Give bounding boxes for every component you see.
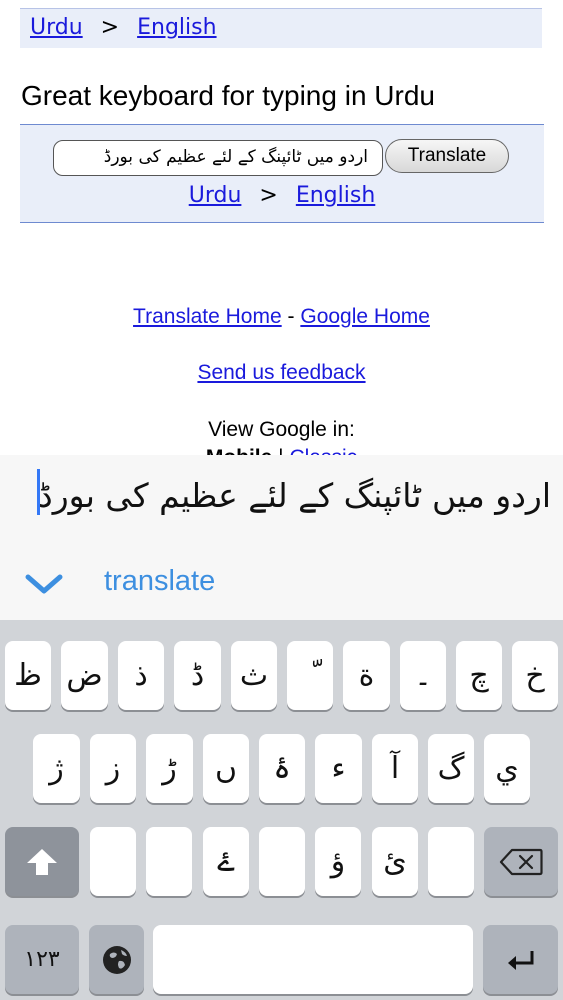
globe-key[interactable]	[89, 925, 144, 994]
translate-box: اردو میں ٹائپنگ کے لئے عظیم کی بورڈ Tran…	[20, 124, 544, 223]
translate-home-link[interactable]: Translate Home	[133, 305, 282, 328]
space-key[interactable]	[153, 925, 473, 994]
key-1[interactable]: خ	[512, 641, 558, 710]
top-breadcrumb: Urdu > English	[20, 8, 542, 48]
key-19[interactable]: ژ	[33, 734, 80, 803]
key-blank-1[interactable]	[90, 827, 136, 896]
language-separator: >	[259, 183, 278, 208]
key-4[interactable]: ة	[343, 641, 390, 710]
key-15[interactable]: ۂ	[259, 734, 305, 803]
globe-icon	[102, 945, 131, 974]
breadcrumb-separator: >	[100, 15, 120, 40]
feedback-link[interactable]: Send us feedback	[197, 361, 365, 384]
key-16[interactable]: ں	[203, 734, 249, 803]
key-5[interactable]: ّ	[287, 641, 333, 710]
backspace-icon	[499, 848, 543, 875]
key-9[interactable]: ض	[61, 641, 108, 710]
page-title: Great keyboard for typing in Urdu	[21, 80, 435, 111]
google-home-link[interactable]: Google Home	[300, 305, 430, 328]
breadcrumb-urdu-link[interactable]: Urdu	[30, 15, 83, 40]
keyboard-input-panel: اردو میں ٹائپنگ کے لئے عظیم کی بورڈ tran…	[0, 455, 563, 620]
key-6[interactable]: ث	[231, 641, 277, 710]
key-13[interactable]: آ	[372, 734, 418, 803]
translate-suggestion[interactable]: translate	[104, 565, 215, 598]
shift-key[interactable]	[5, 827, 79, 896]
backspace-key[interactable]	[484, 827, 558, 896]
key-3[interactable]: ۔	[400, 641, 446, 710]
key-blank-2[interactable]	[146, 827, 192, 896]
home-links: Translate Home - Google Home	[0, 305, 563, 329]
key-20[interactable]: ۓ	[203, 827, 249, 896]
key-7[interactable]: ڈ	[174, 641, 221, 710]
language-pair: Urdu > English	[20, 183, 544, 208]
key-10[interactable]: ظ	[5, 641, 51, 710]
numbers-key[interactable]: ١٢٣	[5, 925, 79, 994]
key-blank-3[interactable]	[259, 827, 305, 896]
key-2[interactable]: چ	[456, 641, 502, 710]
breadcrumb-english-link[interactable]: English	[137, 15, 216, 40]
key-11[interactable]: ي	[484, 734, 530, 803]
chevron-down-icon[interactable]	[24, 571, 64, 597]
return-icon	[507, 950, 533, 970]
keyboard: خ چ ۔ ة ّ ث ڈ ذ ض ظ ي گ آ ء ۂ ں ڑ ز ژ ۓ …	[0, 620, 563, 1000]
view-google-in-label: View Google in:	[208, 418, 355, 441]
link-dash: -	[287, 305, 295, 328]
key-12[interactable]: گ	[428, 734, 474, 803]
key-14[interactable]: ء	[315, 734, 362, 803]
key-17[interactable]: ڑ	[146, 734, 193, 803]
key-22[interactable]: ئ	[372, 827, 418, 896]
source-language-link[interactable]: Urdu	[189, 183, 242, 208]
return-key[interactable]	[483, 925, 558, 994]
target-language-link[interactable]: English	[296, 183, 375, 208]
translate-input[interactable]: اردو میں ٹائپنگ کے لئے عظیم کی بورڈ	[53, 140, 383, 176]
key-21[interactable]: ؤ	[315, 827, 361, 896]
shift-icon	[27, 848, 57, 875]
input-preview[interactable]: اردو میں ٹائپنگ کے لئے عظیم کی بورڈ	[11, 471, 551, 521]
key-18[interactable]: ز	[90, 734, 136, 803]
key-8[interactable]: ذ	[118, 641, 164, 710]
key-blank-4[interactable]	[428, 827, 474, 896]
feedback-row: Send us feedback	[0, 361, 563, 385]
translate-button[interactable]: Translate	[385, 139, 509, 173]
